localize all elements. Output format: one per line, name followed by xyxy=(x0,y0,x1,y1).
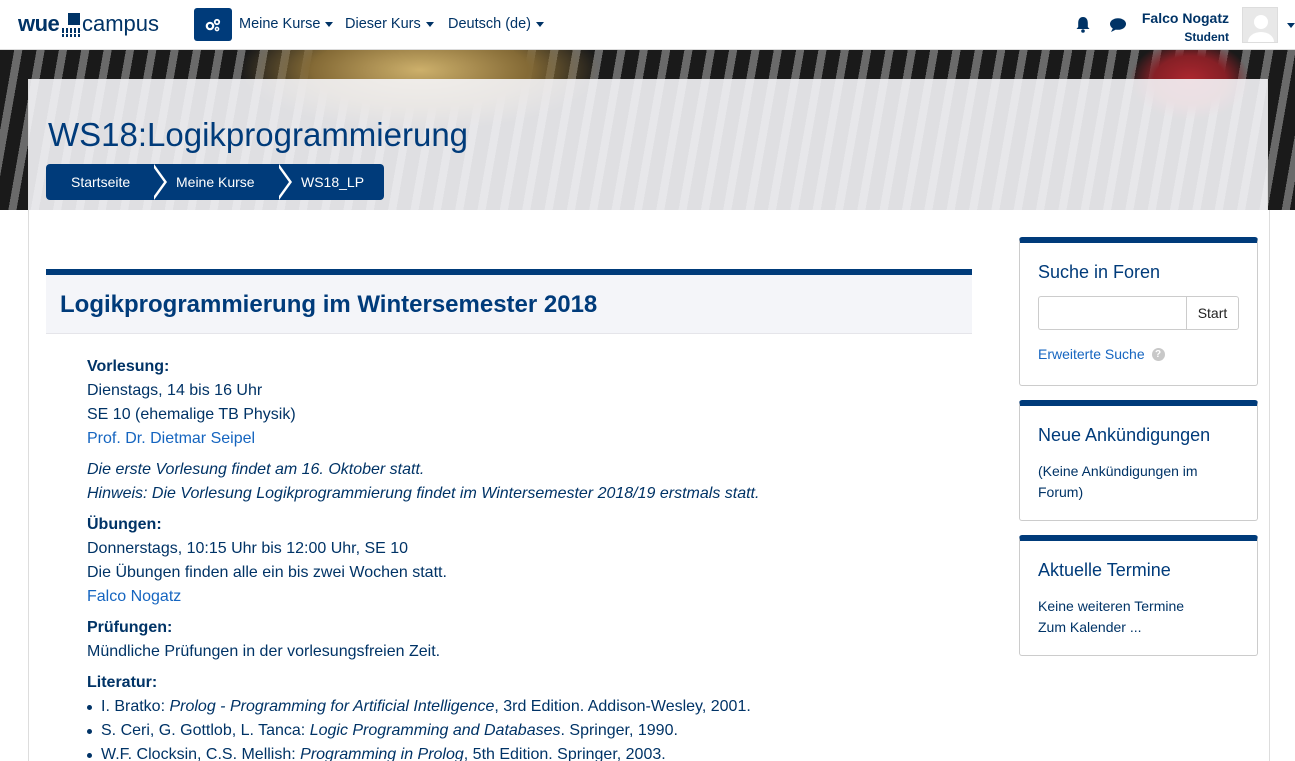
breadcrumb-arrow xyxy=(276,164,289,200)
vorlesung-heading: Vorlesung: xyxy=(87,358,170,375)
section-summary: Vorlesung: Dienstags, 14 bis 16 Uhr SE 1… xyxy=(87,355,967,761)
user-role: Student xyxy=(1184,30,1229,44)
events-text: Keine weiteren Termine xyxy=(1038,598,1185,614)
logo-secondary-text: campus xyxy=(82,11,160,36)
calendar-link[interactable]: Zum Kalender ... xyxy=(1038,617,1142,638)
caret-down-icon[interactable] xyxy=(1287,23,1295,28)
lit-authors: S. Ceri, G. Gottlob, L. Tanca: xyxy=(101,722,310,739)
lit-rest: , 5th Edition. Springer, 2003. xyxy=(463,746,666,761)
avatar-icon xyxy=(1248,15,1274,42)
lit-rest: , 3rd Edition. Addison-Wesley, 2001. xyxy=(494,698,751,715)
block-title: Suche in Foren xyxy=(1038,262,1161,282)
block-forum-search: Suche in Foren Start Erweiterte Suche ? xyxy=(1019,237,1258,386)
block-announcements: Neue Ankündigungen (Keine Ankündigungen … xyxy=(1019,400,1258,521)
block-upcoming-events: Aktuelle Termine Keine weiteren Termine … xyxy=(1019,535,1258,656)
lit-title: Programming in Prolog xyxy=(300,746,464,761)
uebungen-time: Donnerstags, 10:15 Uhr bis 12:00 Uhr, SE… xyxy=(87,540,409,557)
announcements-text: (Keine Ankündigungen im Forum) xyxy=(1038,463,1198,500)
uebungen-heading: Übungen: xyxy=(87,516,162,533)
breadcrumb-label: WS18_LP xyxy=(301,174,365,190)
tutor-link[interactable]: Falco Nogatz xyxy=(87,588,181,605)
advanced-search-link[interactable]: Erweiterte Suche ? xyxy=(1038,346,1165,362)
menu-meine-kurse[interactable]: Meine Kurse xyxy=(239,16,334,32)
logo-dots-mark-2 xyxy=(62,34,82,37)
lit-authors: I. Bratko: xyxy=(101,698,170,715)
vorlesung-time: Dienstags, 14 bis 16 Uhr xyxy=(87,382,263,399)
user-name[interactable]: Falco Nogatz xyxy=(1142,10,1229,26)
bell-icon[interactable] xyxy=(1075,16,1091,33)
caret-down-icon xyxy=(325,21,334,27)
literatur-heading: Literatur: xyxy=(87,674,158,691)
help-icon[interactable]: ? xyxy=(1151,347,1165,361)
lit-title: Logic Programming and Databases xyxy=(309,722,561,739)
menu-language[interactable]: Deutsch (de) xyxy=(448,16,545,32)
lit-authors: W.F. Clocksin, C.S. Mellish: xyxy=(101,746,301,761)
gear-icon xyxy=(205,18,221,31)
wuecampus-logo[interactable]: wue campus xyxy=(18,11,168,39)
block-title: Aktuelle Termine xyxy=(1038,560,1171,580)
menu-label: Meine Kurse xyxy=(239,16,321,32)
list-item: I. Bratko: Prolog - Programming for Arti… xyxy=(87,695,967,719)
lit-title: Prolog - Programming for Artificial Inte… xyxy=(169,698,495,715)
caret-down-icon xyxy=(536,21,545,27)
breadcrumb-item-home[interactable]: Startseite xyxy=(46,164,167,200)
forum-search-input[interactable] xyxy=(1038,296,1187,330)
section-title: Logikprogrammierung im Wintersemester 20… xyxy=(60,291,598,318)
vorlesung-note-first: Die erste Vorlesung findet am 16. Oktobe… xyxy=(87,461,425,478)
block-title: Neue Ankündigungen xyxy=(1038,425,1211,445)
vorlesung-room: SE 10 (ehemalige TB Physik) xyxy=(87,406,296,423)
breadcrumb-item-course[interactable]: WS18_LP xyxy=(276,164,384,200)
top-navbar: wue campus Meine Kurse Dieser Kurs Deuts… xyxy=(0,0,1295,50)
literature-list: I. Bratko: Prolog - Programming for Arti… xyxy=(87,695,967,761)
breadcrumb-item-my-courses[interactable]: Meine Kurse xyxy=(151,164,292,200)
list-item: W.F. Clocksin, C.S. Mellish: Programming… xyxy=(87,743,967,761)
menu-dieser-kurs[interactable]: Dieser Kurs xyxy=(345,16,434,32)
breadcrumb: Startseite Meine Kurse WS18_LP xyxy=(46,164,384,200)
site-admin-button[interactable] xyxy=(194,8,232,41)
pruefungen-text: Mündliche Prüfungen in der vorlesungsfre… xyxy=(87,643,441,660)
breadcrumb-arrow xyxy=(151,164,164,200)
avatar[interactable] xyxy=(1242,7,1278,43)
logo-primary-text: wue xyxy=(18,11,60,36)
menu-label: Deutsch (de) xyxy=(448,16,532,32)
logo-square-mark xyxy=(68,13,80,25)
list-item: S. Ceri, G. Gottlob, L. Tanca: Logic Pro… xyxy=(87,719,967,743)
breadcrumb-label: Meine Kurse xyxy=(176,174,255,190)
chat-icon[interactable] xyxy=(1109,17,1127,33)
breadcrumb-label: Startseite xyxy=(71,174,131,190)
course-title: WS18:Logikprogrammierung xyxy=(48,116,469,153)
menu-label: Dieser Kurs xyxy=(345,16,421,32)
pruefungen-heading: Prüfungen: xyxy=(87,619,173,636)
logo-dots-mark xyxy=(62,28,82,33)
forum-search-button[interactable]: Start xyxy=(1186,296,1239,330)
lecturer-link[interactable]: Prof. Dr. Dietmar Seipel xyxy=(87,430,255,447)
advanced-search-label: Erweiterte Suche xyxy=(1038,346,1145,362)
uebungen-note: Die Übungen finden alle ein bis zwei Woc… xyxy=(87,564,447,581)
vorlesung-note-hint: Hinweis: Die Vorlesung Logikprogrammieru… xyxy=(87,485,760,502)
lit-rest: . Springer, 1990. xyxy=(560,722,678,739)
caret-down-icon xyxy=(425,21,434,27)
